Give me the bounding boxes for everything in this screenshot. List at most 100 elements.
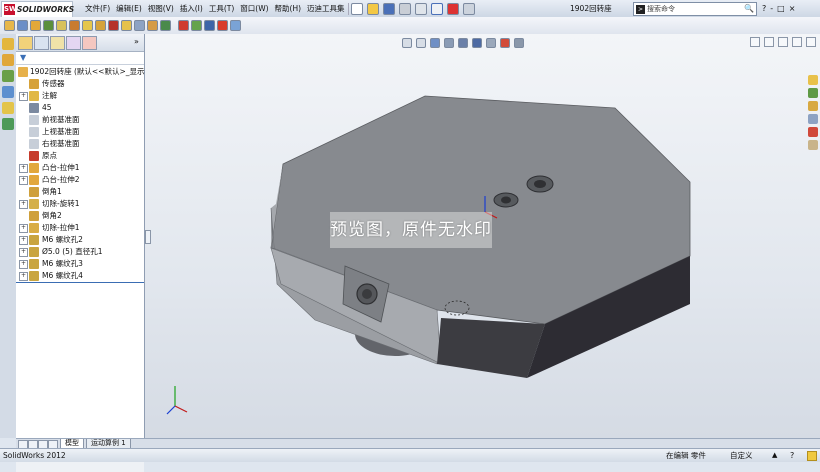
open-folder-icon[interactable] [366, 2, 379, 15]
expand-icon[interactable]: + [19, 272, 28, 281]
solidworks-logo[interactable]: SW SOLIDWORKS [1, 1, 74, 18]
property-manager-tab[interactable] [34, 36, 49, 50]
tree-item[interactable]: + 注解 [16, 90, 144, 102]
tree-filter[interactable]: ▼ [16, 52, 144, 65]
help-icon[interactable]: ? [760, 4, 768, 13]
tree-item[interactable]: 倒角2 [16, 210, 144, 222]
tree-item[interactable]: + Ø5.0 (5) 直径孔1 [16, 246, 144, 258]
panel-collapse-handle[interactable] [145, 230, 151, 244]
section-view-icon[interactable] [444, 38, 454, 48]
fillet-icon[interactable] [56, 20, 67, 31]
minimize-button[interactable]: - [768, 4, 775, 13]
tree-item[interactable]: 右视基准面 [16, 138, 144, 150]
tree-item[interactable]: 原点 [16, 150, 144, 162]
tree-item[interactable]: 前视基准面 [16, 114, 144, 126]
options-icon[interactable] [462, 2, 475, 15]
menu-help[interactable]: 帮助(H) [272, 0, 305, 17]
hole-wizard-icon[interactable] [108, 20, 119, 31]
tree-root[interactable]: 1902回转座 (默认<<默认>_显示状 [16, 66, 152, 78]
viewport-restore-icon[interactable] [792, 37, 802, 47]
previous-view-icon[interactable] [430, 38, 440, 48]
expand-icon[interactable]: + [19, 224, 28, 233]
select-arrow-icon[interactable] [430, 2, 443, 15]
sketch-tab-icon[interactable] [2, 54, 14, 66]
restore-button[interactable]: □ [775, 4, 787, 13]
display-manager-tab[interactable] [82, 36, 97, 50]
edit-appearance-icon[interactable] [500, 38, 510, 48]
zoom-to-fit-icon[interactable] [402, 38, 412, 48]
expand-icon[interactable]: + [19, 176, 28, 185]
features-tab-icon[interactable] [2, 38, 14, 50]
custom-properties-icon[interactable] [808, 140, 818, 150]
expand-icon[interactable]: + [19, 236, 28, 245]
tree-item[interactable]: + 凸台-拉伸1 [16, 162, 144, 174]
tree-item[interactable]: + M6 螺纹孔2 [16, 234, 144, 246]
viewport-split-icon[interactable] [750, 37, 760, 47]
toolbox-icon[interactable] [217, 20, 228, 31]
feature-manager-tab[interactable] [18, 36, 33, 50]
expand-icon[interactable]: + [19, 164, 28, 173]
display-style-icon[interactable] [472, 38, 482, 48]
solidworks-resources-icon[interactable] [808, 75, 818, 85]
menu-edit[interactable]: 编辑(E) [113, 0, 145, 17]
viewport-tile-icon[interactable] [764, 37, 774, 47]
tree-item[interactable]: 倒角1 [16, 186, 144, 198]
menu-file[interactable]: 文件(F) [82, 0, 113, 17]
menu-insert[interactable]: 插入(I) [177, 0, 206, 17]
tree-item[interactable]: + 切除-旋转1 [16, 198, 144, 210]
dimxpert-manager-tab[interactable] [66, 36, 81, 50]
new-document-icon[interactable] [350, 2, 363, 15]
rib-icon[interactable] [82, 20, 93, 31]
rebuild-status-icon[interactable] [807, 451, 817, 461]
print-icon[interactable] [398, 2, 411, 15]
rebuild-icon[interactable] [446, 2, 459, 15]
save-icon[interactable] [382, 2, 395, 15]
appearances-icon[interactable] [808, 127, 818, 137]
funnel-icon[interactable]: ▼ [20, 53, 26, 62]
menu-tools[interactable]: 工具(T) [206, 0, 237, 17]
undo-icon[interactable] [414, 2, 427, 15]
tree-item[interactable]: 上视基准面 [16, 126, 144, 138]
menu-maidi-tools[interactable]: 迈迪工具集 [304, 0, 348, 17]
extrude-boss-icon[interactable] [30, 20, 41, 31]
reference-geometry-icon[interactable] [134, 20, 145, 31]
custom-units[interactable]: 自定义 [730, 449, 753, 462]
sketch-icon[interactable] [4, 20, 15, 31]
curves-icon[interactable] [147, 20, 158, 31]
expand-tabs-icon[interactable]: » [134, 37, 139, 46]
expand-icon[interactable]: + [19, 92, 28, 101]
configuration-manager-tab[interactable] [50, 36, 65, 50]
instant3d-icon[interactable] [160, 20, 171, 31]
expand-icon[interactable]: + [19, 200, 28, 209]
viewport-close-icon[interactable] [806, 37, 816, 47]
chamfer-icon[interactable] [69, 20, 80, 31]
file-explorer-icon[interactable] [808, 101, 818, 111]
help-status-icon[interactable]: ? [790, 449, 794, 462]
tree-item[interactable]: + 切除-拉伸1 [16, 222, 144, 234]
evaluate-tab-icon[interactable] [2, 70, 14, 82]
tree-horizontal-scrollbar[interactable] [16, 461, 144, 472]
search-icon[interactable]: 🔍 [744, 3, 754, 15]
tree-end-rollback-bar[interactable] [16, 282, 144, 283]
expand-icon[interactable]: + [19, 260, 28, 269]
tree-item[interactable]: 45 [16, 102, 144, 114]
office-products-tab-icon[interactable] [2, 102, 14, 114]
shell-icon[interactable] [95, 20, 106, 31]
expand-icon[interactable]: + [19, 248, 28, 257]
tree-item[interactable]: + 凸台-拉伸2 [16, 174, 144, 186]
maidi-tab-icon[interactable] [2, 118, 14, 130]
close-button[interactable]: × [787, 4, 798, 13]
menu-window[interactable]: 窗口(W) [237, 0, 271, 17]
plugin-icon[interactable] [230, 20, 241, 31]
tree-item[interactable]: + M6 螺纹孔4 [16, 270, 144, 282]
smart-dimension-icon[interactable] [17, 20, 28, 31]
view-orientation-icon[interactable] [458, 38, 468, 48]
view-palette-icon[interactable] [808, 114, 818, 124]
options-toolbar-icon[interactable] [204, 20, 215, 31]
revolve-boss-icon[interactable] [43, 20, 54, 31]
mirror-icon[interactable] [121, 20, 132, 31]
design-library-icon[interactable] [808, 88, 818, 98]
dimxpert-tab-icon[interactable] [2, 86, 14, 98]
viewport-minimize-icon[interactable] [778, 37, 788, 47]
units-dropdown-icon[interactable]: ▲ [772, 449, 777, 462]
